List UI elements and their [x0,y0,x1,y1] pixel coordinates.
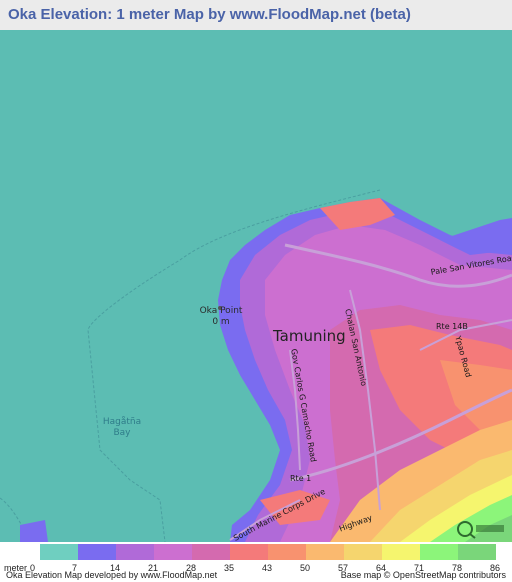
osm-logo-icon[interactable] [456,519,506,539]
map-canvas [0,30,512,542]
footer-credit-left: Oka Elevation Map developed by www.Flood… [6,570,218,580]
legend-swatch [192,544,230,560]
legend-swatch [420,544,458,560]
legend-swatch [230,544,268,560]
legend-swatch [458,544,496,560]
legend-swatch [154,544,192,560]
legend-swatch [40,544,78,560]
road-label-rte-14b: Rte 14B [436,322,468,331]
header-bar: Oka Elevation: 1 meter Map by www.FloodM… [0,0,512,30]
footer-credit-right: Base map © OpenStreetMap contributors [340,570,506,580]
legend-swatch [78,544,116,560]
bay-label: Hagåtña Bay [102,417,142,438]
footer: Oka Elevation Map developed by www.Flood… [0,570,512,582]
city-label: Tamuning [273,327,346,345]
legend-color-bar [40,544,496,560]
legend-swatch [116,544,154,560]
oka-point-label: Oka Point 0 m [199,306,243,327]
page-title: Oka Elevation: 1 meter Map by www.FloodM… [8,6,411,23]
legend-swatch [382,544,420,560]
legend-swatch [344,544,382,560]
road-label-rte-1: Rte 1 [290,474,312,483]
legend-swatch [306,544,344,560]
legend-swatch [268,544,306,560]
elevation-map[interactable]: Oka Point 0 m Hagåtña Bay Tamuning Pale … [0,30,512,542]
